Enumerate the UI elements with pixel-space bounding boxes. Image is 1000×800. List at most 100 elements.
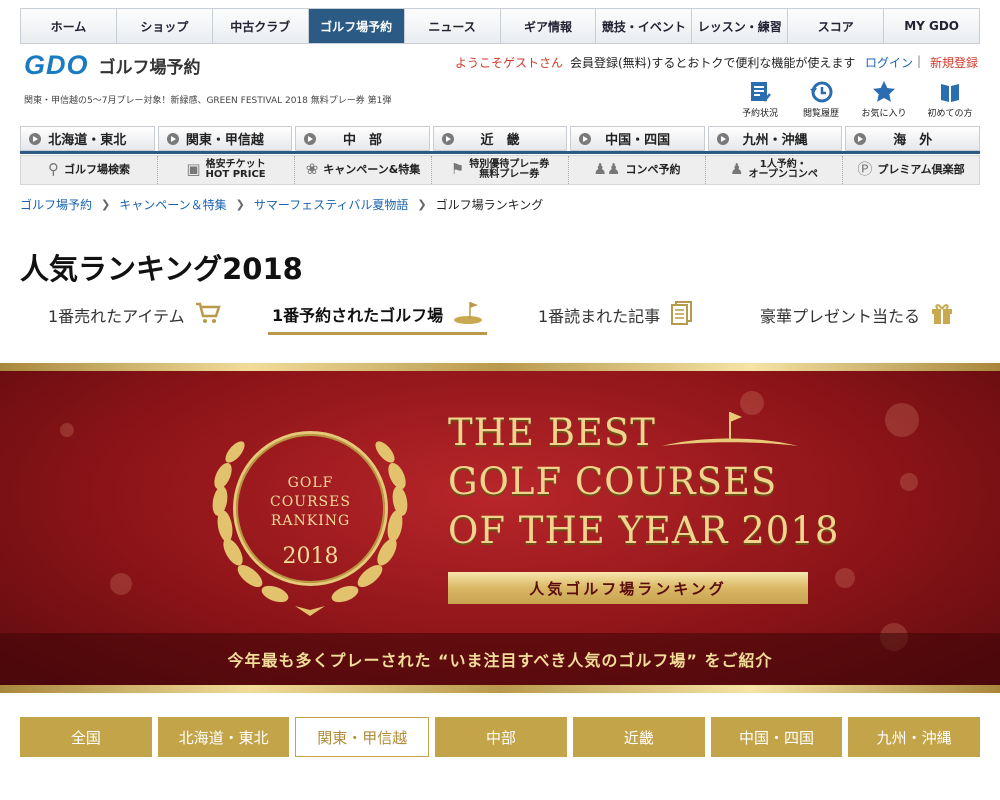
tab-label: 1番売れたアイテム (48, 307, 185, 326)
medal-line: RANKING (270, 513, 351, 529)
util-favorites-label: お気に入り (861, 109, 907, 119)
top-nav-score[interactable]: スコア (788, 9, 885, 43)
chevron-right-icon: ❯ (101, 198, 111, 211)
service-label: プレミアム倶楽部 (877, 163, 965, 177)
breadcrumb-link[interactable]: ゴルフ場予約 (20, 196, 92, 213)
region-tab-chugoku-shikoku[interactable]: 中国・四国 (710, 717, 843, 757)
arrow-circle-icon (716, 133, 729, 145)
service-label: 1人予約・ (759, 158, 807, 170)
util-first-time[interactable]: 初めての方 (919, 80, 981, 119)
medal-text: GOLF COURSES RANKING (233, 474, 388, 531)
history-clock-icon (810, 81, 833, 103)
util-reservations[interactable]: 予約状況 (729, 80, 791, 119)
login-link[interactable]: ログイン (865, 54, 913, 71)
top-nav-shop[interactable]: ショップ (117, 9, 213, 43)
tab-label: 豪華プレゼント当たる (760, 307, 921, 326)
breadcrumb: ゴルフ場予約 ❯ キャンペーン＆特集 ❯ サマーフェスティバル夏物語 ❯ ゴルフ場ラン… (20, 196, 543, 213)
nav-divider (20, 151, 980, 154)
service-sublabel: オープンコンペ (748, 169, 818, 180)
breadcrumb-link[interactable]: サマーフェスティバル夏物語 (254, 196, 409, 213)
region-label: 関東・甲信越 (185, 133, 264, 148)
document-icon (670, 301, 694, 329)
service-label: 特別優待プレー券 (469, 158, 550, 170)
region-tab-chubu[interactable]: 中部 (435, 717, 567, 757)
region-tab-kinki[interactable]: 近畿 (572, 717, 705, 757)
header-separator: | (917, 54, 922, 68)
region-chubu[interactable]: 中 部 (295, 126, 430, 151)
top-nav-used-clubs[interactable]: 中古クラブ (213, 9, 309, 43)
site-logo[interactable]: GDO ゴルフ場予約 (24, 50, 201, 81)
top-nav-golf-booking[interactable]: ゴルフ場予約 (308, 9, 405, 43)
arrow-circle-icon (441, 133, 454, 145)
tab-articles[interactable]: 1番読まれた記事 (538, 295, 694, 335)
register-link[interactable]: 新規登録 (930, 54, 978, 71)
util-history[interactable]: 閲覧履歴 (790, 80, 852, 119)
chevron-right-icon: ❯ (417, 198, 427, 211)
medal-line: COURSES (270, 494, 351, 510)
top-nav-home[interactable]: ホーム (21, 9, 117, 43)
banner-caption: 今年最も多くプレーされた “いま注目すべき人気のゴルフ場” をご紹介 (0, 633, 1000, 685)
star-icon (873, 81, 895, 102)
headline-line: OF THE YEAR 2018 (448, 509, 840, 552)
service-course-search[interactable]: ⚲ ゴルフ場検索 (21, 156, 158, 184)
region-label: 近 畿 (480, 133, 520, 148)
region-kanto[interactable]: 関東・甲信越 (157, 126, 293, 151)
service-campaign[interactable]: ❀ キャンペーン&特集 (295, 156, 432, 184)
service-solo[interactable]: ♟ 1人予約・ オープンコンペ (706, 156, 843, 184)
service-premium[interactable]: Ⓟ プレミアム倶楽部 (843, 156, 979, 184)
breadcrumb-link[interactable]: キャンペーン＆特集 (119, 196, 226, 213)
region-nav: 北海道・東北 関東・甲信越 中 部 近 畿 中国・四国 九州・沖縄 海 外 (20, 126, 981, 151)
tab-golf-courses[interactable]: 1番予約されたゴルフ場 (268, 295, 488, 335)
region-kyushu-okinawa[interactable]: 九州・沖縄 (707, 126, 843, 151)
ribbon-icon: ❀ (305, 160, 319, 179)
arrow-circle-icon (29, 133, 41, 145)
region-chugoku-shikoku[interactable]: 中国・四国 (570, 126, 705, 151)
service-nav: ⚲ ゴルフ場検索 ▣ 格安チケット HOT PRICE ❀ キャンペーン&特集 ⚑ 特別優… (20, 155, 980, 185)
region-label: 九州・沖縄 (742, 133, 808, 148)
banner-subtitle: 人気ゴルフ場ランキング (448, 572, 808, 604)
region-kinki[interactable]: 近 畿 (432, 126, 568, 151)
util-first-time-label: 初めての方 (927, 109, 973, 119)
ranking-banner: GOLF COURSES RANKING 2018 THE BEST GOLF … (0, 363, 1000, 693)
top-nav-my-gdo[interactable]: MY GDO (884, 9, 979, 43)
ticket-icon: ▣ (186, 160, 201, 179)
service-label: ゴルフ場検索 (64, 163, 130, 177)
service-hot-price[interactable]: ▣ 格安チケット HOT PRICE (158, 156, 295, 184)
tab-label: 1番読まれた記事 (538, 307, 661, 326)
gift-icon (930, 301, 954, 329)
region-overseas[interactable]: 海 外 (845, 126, 981, 151)
banner-bottom-border (0, 685, 1000, 693)
golf-green-flag-icon (662, 412, 798, 446)
top-nav-news[interactable]: ニュース (405, 9, 501, 43)
util-favorites[interactable]: お気に入り (853, 80, 915, 119)
service-sublabel: 無料プレー券 (479, 169, 540, 180)
group-icon: ♟♟ (593, 160, 621, 179)
region-hokkaido-tohoku[interactable]: 北海道・東北 (20, 126, 155, 151)
region-tab-kanto[interactable]: 関東・甲信越 (295, 717, 430, 757)
util-history-label: 閲覧履歴 (802, 109, 839, 119)
header-tagline[interactable]: 関東・甲信越の5〜7月プレー対象！新緑感、GREEN FESTIVAL 2018… (24, 93, 391, 106)
top-nav-lessons[interactable]: レッスン・練習 (692, 9, 789, 43)
page-title: 人気ランキング2018 (20, 252, 303, 286)
bokeh-light (885, 403, 919, 437)
top-nav-events[interactable]: 競技・イベント (596, 9, 693, 43)
arrow-circle-icon (304, 133, 317, 145)
region-tab-all[interactable]: 全国 (20, 717, 152, 757)
arrow-circle-icon (854, 133, 867, 145)
bokeh-light (60, 423, 74, 437)
tab-items[interactable]: 1番売れたアイテム (48, 295, 221, 335)
chevron-right-icon: ❯ (235, 198, 245, 211)
region-tab-kyushu-okinawa[interactable]: 九州・沖縄 (848, 717, 981, 757)
region-tab-hokkaido-tohoku[interactable]: 北海道・東北 (157, 717, 290, 757)
region-label: 北海道・東北 (48, 133, 127, 148)
top-nav-gear[interactable]: ギア情報 (501, 9, 597, 43)
breadcrumb-current: ゴルフ場ランキング (435, 198, 544, 212)
tab-presents[interactable]: 豪華プレゼント当たる (760, 295, 954, 335)
search-icon: ⚲ (48, 160, 59, 179)
service-label: 格安チケット (205, 158, 266, 170)
service-compe[interactable]: ♟♟ コンペ予約 (569, 156, 706, 184)
gdo-logo: GDO (24, 50, 89, 80)
banner-top-border (0, 363, 1000, 371)
service-free-play[interactable]: ⚑ 特別優待プレー券 無料プレー券 (432, 156, 569, 184)
top-nav: ホーム ショップ 中古クラブ ゴルフ場予約 ニュース ギア情報 競技・イベント … (20, 8, 980, 44)
